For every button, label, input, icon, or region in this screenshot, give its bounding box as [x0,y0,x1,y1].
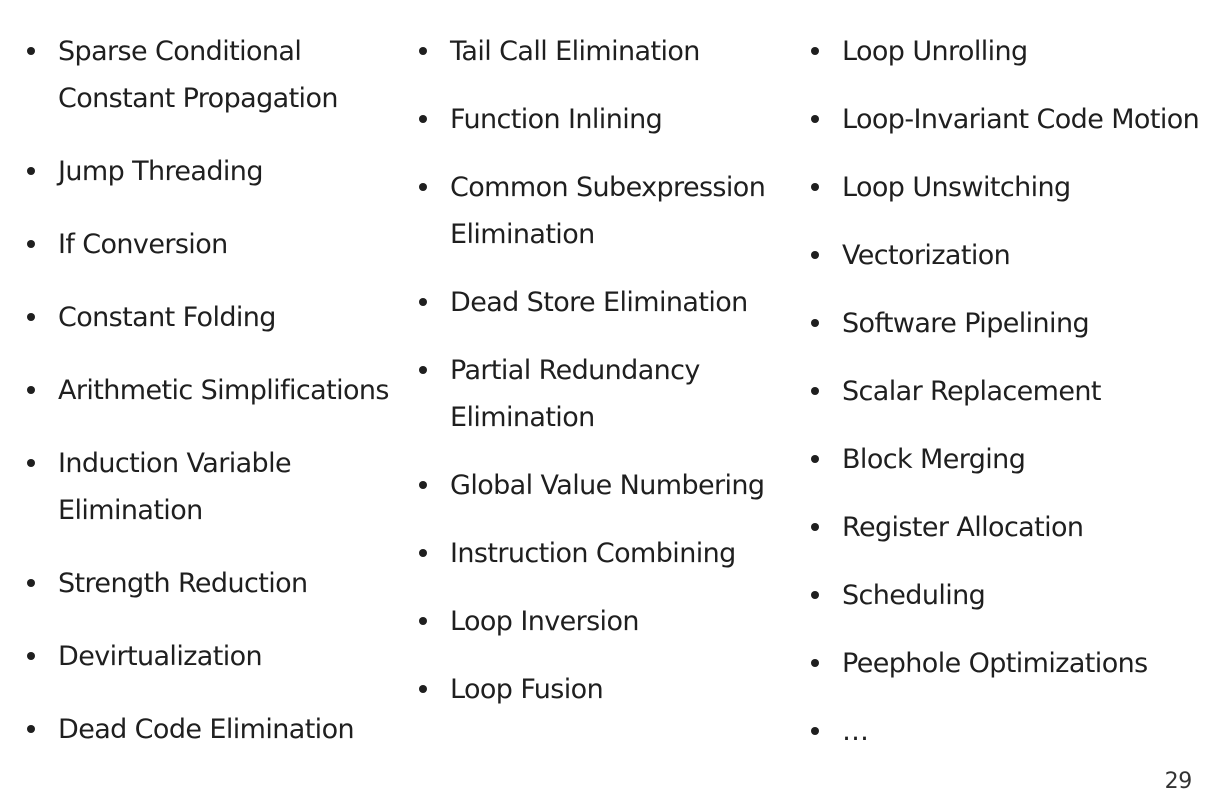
list-item-text: If Conversion [58,229,228,260]
bullet-icon [811,183,819,191]
list-item: Induction Variable Elimination [24,440,394,534]
list-item: Scheduling [808,572,1200,619]
list-item-text: Loop Inversion [450,606,640,637]
list-item-text: Function Inlining [450,104,663,135]
list-item-text: Software Pipelining [842,308,1090,339]
bullet-icon [811,727,819,735]
slide: Sparse Conditional Constant Propagation … [0,0,1209,810]
list-item: … [808,708,1200,755]
list-item-text: Arithmetic Simplifications [58,375,389,406]
list-item: Register Allocation [808,504,1200,551]
column-3-list: Loop Unrolling Loop-Invariant Code Motio… [808,28,1200,776]
list-item: Vectorization [808,232,1200,279]
list-item: Scalar Replacement [808,368,1200,415]
list-item-text: Partial Redundancy Elimination [450,355,700,433]
list-item-text: Vectorization [842,240,1011,271]
bullet-icon [811,387,819,395]
bullet-icon [811,659,819,667]
list-item-text: Loop-Invariant Code Motion [842,104,1200,135]
bullet-icon [811,455,819,463]
list-item-text: Loop Unswitching [842,172,1071,203]
list-item: Loop Fusion [416,666,796,713]
list-item-text: … [842,716,869,747]
list-item: Common Subexpression Elimination [416,164,796,258]
list-item: Dead Code Elimination [24,706,394,753]
list-item-text: Peephole Optimizations [842,648,1148,679]
list-item: Jump Threading [24,148,394,195]
list-item-text: Sparse Conditional Constant Propagation [58,36,338,114]
column-2-list: Tail Call Elimination Function Inlining … [416,28,796,734]
bullet-icon [27,652,35,660]
bullet-icon [27,386,35,394]
bullet-icon [27,725,35,733]
list-item: Strength Reduction [24,560,394,607]
bullet-icon [419,298,427,306]
bullet-icon [419,47,427,55]
list-item-text: Constant Folding [58,302,276,333]
list-item-text: Common Subexpression Elimination [450,172,766,250]
list-item-text: Global Value Numbering [450,470,765,501]
list-item-text: Register Allocation [842,512,1084,543]
bullet-icon [811,523,819,531]
list-item: Tail Call Elimination [416,28,796,75]
bullet-icon [419,366,427,374]
list-item-text: Jump Threading [58,156,263,187]
list-item: Loop Unswitching [808,164,1200,211]
bullet-icon [27,459,35,467]
list-item: Global Value Numbering [416,462,796,509]
bullet-icon [27,240,35,248]
list-item: Loop Inversion [416,598,796,645]
list-item-text: Block Merging [842,444,1026,475]
list-item: Instruction Combining [416,530,796,577]
page-number: 29 [1164,769,1193,794]
bullet-icon [811,115,819,123]
list-item: Sparse Conditional Constant Propagation [24,28,394,122]
list-item: Arithmetic Simplifications [24,367,394,414]
list-item: Block Merging [808,436,1200,483]
bullet-icon [419,685,427,693]
list-item: Loop-Invariant Code Motion [808,96,1200,143]
bullet-icon [419,115,427,123]
list-item: Constant Folding [24,294,394,341]
list-item-text: Scalar Replacement [842,376,1101,407]
bullet-icon [811,319,819,327]
column-1-list: Sparse Conditional Constant Propagation … [24,28,394,779]
list-item-text: Scheduling [842,580,986,611]
bullet-icon [811,591,819,599]
list-item-text: Tail Call Elimination [450,36,700,67]
list-item-text: Devirtualization [58,641,263,672]
list-item: Software Pipelining [808,300,1200,347]
bullet-icon [419,617,427,625]
bullet-icon [27,313,35,321]
bullet-icon [419,549,427,557]
bullet-icon [419,183,427,191]
list-item-text: Dead Store Elimination [450,287,748,318]
list-item: Dead Store Elimination [416,279,796,326]
bullet-icon [27,47,35,55]
bullet-icon [27,579,35,587]
list-item: If Conversion [24,221,394,268]
bullet-icon [811,47,819,55]
list-item-text: Loop Unrolling [842,36,1028,67]
list-item-text: Loop Fusion [450,674,604,705]
list-item: Partial Redundancy Elimination [416,347,796,441]
list-item-text: Induction Variable Elimination [58,448,292,526]
bullet-icon [811,251,819,259]
list-item-text: Strength Reduction [58,568,308,599]
bullet-icon [27,167,35,175]
list-item: Devirtualization [24,633,394,680]
bullet-icon [419,481,427,489]
list-item: Loop Unrolling [808,28,1200,75]
list-item-text: Dead Code Elimination [58,714,355,745]
list-item-text: Instruction Combining [450,538,736,569]
list-item: Function Inlining [416,96,796,143]
list-item: Peephole Optimizations [808,640,1200,687]
